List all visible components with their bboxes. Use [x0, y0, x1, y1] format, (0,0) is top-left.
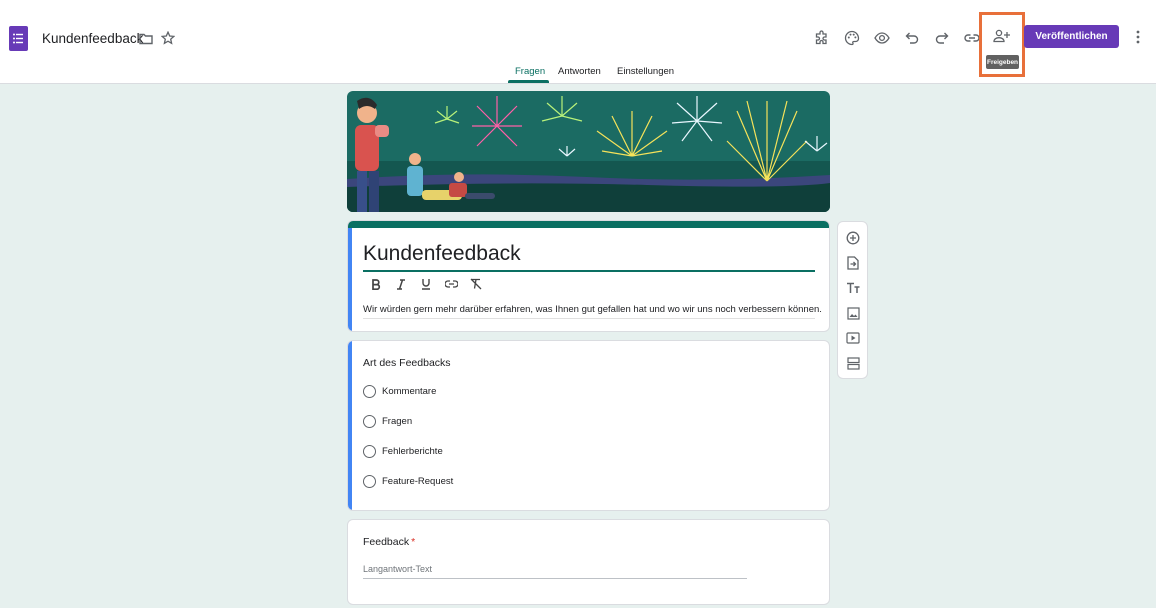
question-card[interactable]: Art des Feedbacks Kommentare Fragen Fehl… — [347, 340, 830, 511]
focus-indicator-bar — [348, 228, 352, 331]
radio-circle-icon[interactable] — [363, 414, 376, 428]
more-vert-icon[interactable] — [1135, 29, 1141, 50]
header-banner-image — [347, 91, 830, 212]
radio-option[interactable]: Fehlerberichte — [363, 444, 443, 458]
add-section-icon[interactable] — [846, 356, 860, 370]
publish-button[interactable]: Veröffentlichen — [1024, 25, 1119, 48]
redo-icon[interactable] — [933, 29, 951, 47]
focus-indicator-bar — [348, 341, 352, 510]
radio-circle-icon[interactable] — [363, 384, 376, 398]
folder-icon[interactable] — [139, 32, 153, 50]
bold-icon[interactable] — [369, 277, 383, 291]
italic-icon[interactable] — [394, 277, 408, 291]
form-title-card: Kundenfeedback Wir würden gern mehr darü… — [347, 220, 830, 332]
form-tabs: Fragen Antworten Einstellungen — [0, 62, 1156, 84]
required-marker: * — [411, 536, 416, 548]
question-title: Feedback * — [363, 536, 415, 548]
description-underline — [363, 318, 815, 319]
clear-format-icon[interactable] — [469, 277, 483, 291]
option-label: Fehlerberichte — [382, 445, 443, 457]
tab-antworten[interactable]: Antworten — [558, 66, 601, 77]
theme-accent-bar — [348, 221, 829, 228]
add-question-icon[interactable] — [846, 231, 860, 245]
question-title[interactable]: Art des Feedbacks — [363, 357, 451, 369]
option-label: Feature-Request — [382, 475, 454, 487]
link-icon[interactable] — [444, 277, 458, 291]
undo-icon[interactable] — [903, 29, 921, 47]
import-questions-icon[interactable] — [846, 256, 860, 270]
document-title[interactable]: Kundenfeedback — [42, 31, 143, 46]
add-ons-icon[interactable] — [813, 29, 831, 47]
floating-side-toolbar — [837, 221, 868, 379]
title-underline — [363, 270, 815, 272]
radio-option[interactable]: Kommentare — [363, 384, 436, 398]
form-title[interactable]: Kundenfeedback — [363, 242, 521, 266]
long-answer-placeholder: Langantwort-Text — [363, 564, 433, 574]
preview-icon[interactable] — [873, 29, 891, 47]
tab-fragen[interactable]: Fragen — [515, 66, 545, 77]
question-title-text: Feedback — [363, 536, 410, 548]
radio-circle-icon[interactable] — [363, 444, 376, 458]
question-card[interactable]: Feedback * Langantwort-Text — [347, 519, 830, 605]
option-label: Kommentare — [382, 385, 437, 397]
form-description[interactable]: Wir würden gern mehr darüber erfahren, w… — [363, 304, 822, 315]
app-header: Kundenfeedback Freigeben Veröffentlichen… — [0, 0, 1156, 84]
radio-option[interactable]: Fragen — [363, 414, 412, 428]
add-video-icon[interactable] — [846, 331, 860, 345]
add-image-icon[interactable] — [846, 306, 860, 320]
forms-logo-icon[interactable] — [9, 26, 28, 51]
option-label: Fragen — [382, 415, 413, 427]
radio-option[interactable]: Feature-Request — [363, 474, 453, 488]
star-icon[interactable] — [160, 30, 176, 50]
tab-einstellungen[interactable]: Einstellungen — [617, 66, 674, 77]
underline-icon[interactable] — [419, 277, 433, 291]
add-title-icon[interactable] — [846, 281, 860, 295]
radio-circle-icon[interactable] — [363, 474, 376, 488]
palette-icon[interactable] — [843, 29, 861, 47]
answer-underline — [363, 578, 747, 579]
share-person-add-icon[interactable] — [993, 29, 1013, 47]
active-tab-indicator — [508, 80, 549, 83]
